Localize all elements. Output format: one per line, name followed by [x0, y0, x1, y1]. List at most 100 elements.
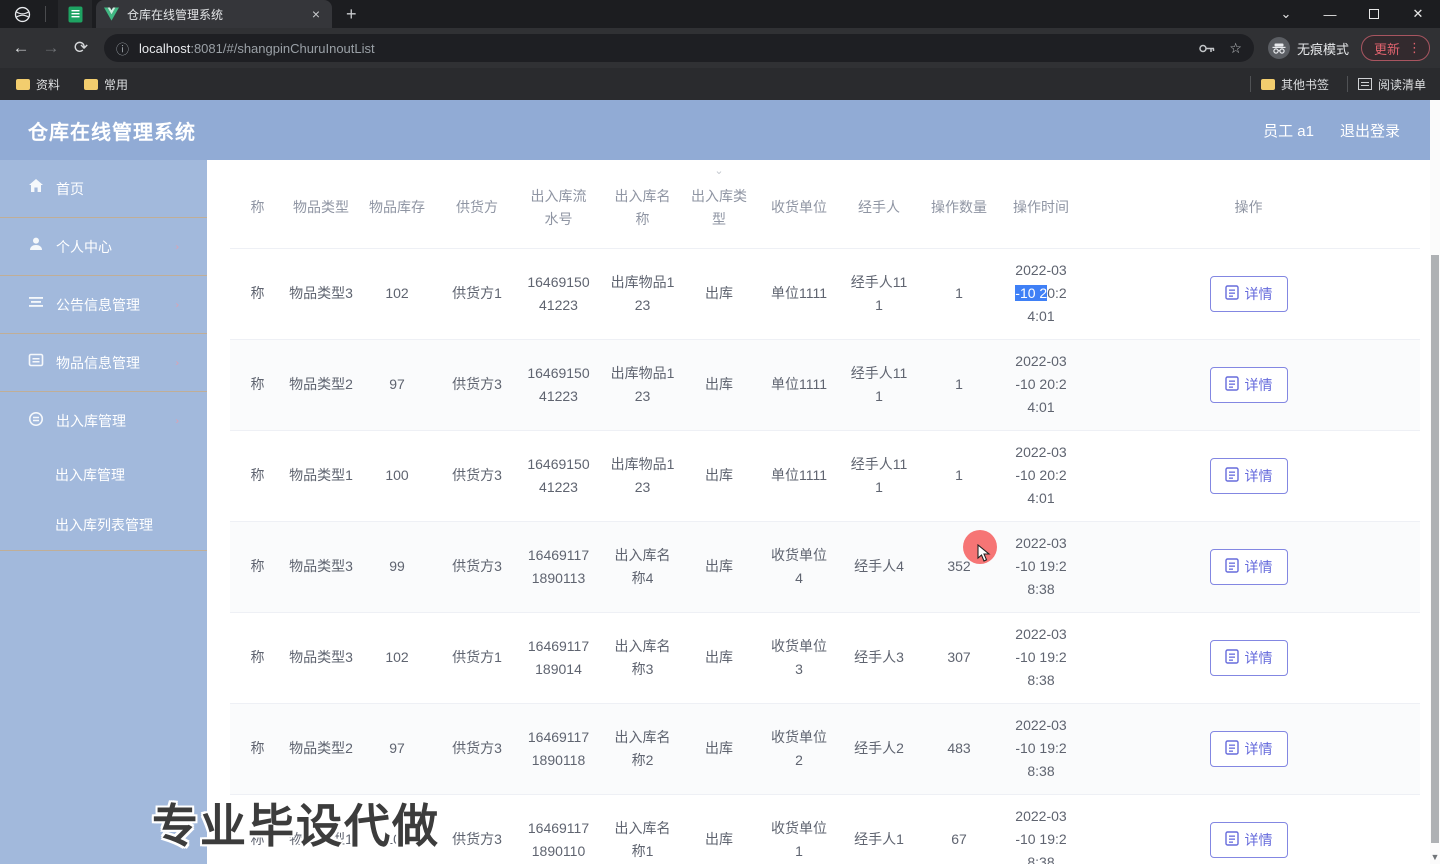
detail-button[interactable]: 详情: [1209, 548, 1288, 585]
browser-update-button[interactable]: 更新 ⋮: [1360, 35, 1430, 61]
table-cell: 出库物品123: [600, 247, 685, 339]
column-header: ⌄ 出入库类型: [685, 165, 753, 248]
sidebar-subitem-inout-manage[interactable]: 出入库管理: [0, 450, 207, 500]
page-scrollbar[interactable]: ▼: [1430, 100, 1440, 864]
folder-icon: [16, 78, 30, 90]
table-cell: 经手人4: [845, 520, 913, 612]
column-header: 收货单位: [753, 168, 845, 248]
box-icon: [28, 352, 44, 373]
detail-button[interactable]: 详情: [1209, 639, 1288, 676]
other-bookmarks[interactable]: 其他书签: [1281, 76, 1329, 93]
window-menu-chevron-icon[interactable]: ⌄: [1264, 0, 1308, 28]
action-cell: 详情: [1077, 793, 1420, 864]
active-tab[interactable]: 仓库在线管理系统 ×: [96, 0, 332, 28]
document-icon: [1224, 466, 1239, 485]
table-cell: 经手人111: [845, 429, 913, 521]
inout-records-table: 称物品类型 物品库存 供货方 出入库流水号 出入库名称 ⌄ 出入库类型 收货单位 经手人 操作数量…: [230, 165, 1420, 864]
table-cell: 物品类型3: [285, 520, 357, 612]
table-row: 称物品类型3 99 供货方3 164691171890113 出入库名称4 出库 收货单位4…: [230, 520, 1420, 612]
detail-button[interactable]: 详情: [1209, 457, 1288, 494]
column-header: 物品库存: [357, 168, 437, 248]
table-cell: 出入库名称4: [600, 520, 685, 612]
window-close-button[interactable]: ✕: [1396, 0, 1440, 28]
table-cell: 1: [913, 429, 1005, 521]
detail-button[interactable]: 详情: [1209, 275, 1288, 312]
new-tab-button[interactable]: +: [346, 4, 357, 25]
bookmark-folder-ziliao[interactable]: 资料: [36, 76, 60, 93]
sidebar-item-home[interactable]: 首页: [0, 160, 207, 218]
address-bar[interactable]: ⓘ localhost:8081/#/shangpinChuruInoutLis…: [104, 34, 1254, 62]
column-header: 经手人: [845, 168, 913, 248]
table-cell: 164691171890113: [517, 520, 600, 612]
inout-icon: [28, 411, 44, 432]
scroll-down-arrow-icon[interactable]: ▼: [1430, 852, 1440, 862]
detail-button[interactable]: 详情: [1209, 730, 1288, 767]
table-cell: 供货方3: [437, 793, 517, 864]
table-cell: 供货方3: [437, 702, 517, 794]
current-user: 员工 a1: [1263, 122, 1314, 140]
back-button[interactable]: ←: [6, 38, 36, 58]
detail-button[interactable]: 详情: [1209, 821, 1288, 858]
bookmark-folder-changyong[interactable]: 常用: [104, 76, 128, 93]
reading-list-icon: [1357, 78, 1372, 90]
folder-icon: [1260, 78, 1275, 90]
column-header: 操作时间: [1005, 168, 1077, 248]
table-cell: 物品类型2: [285, 338, 357, 430]
table-cell: 99: [357, 520, 437, 612]
sidebar-subitem-inout-list[interactable]: 出入库列表管理: [0, 500, 207, 550]
table-cell: 单位1111: [753, 247, 845, 339]
logout-button[interactable]: 退出登录: [1340, 120, 1400, 141]
browser-logo-icon[interactable]: [14, 6, 31, 23]
document-icon: [1224, 557, 1239, 576]
app-title: 仓库在线管理系统: [28, 121, 196, 144]
sidebar-item-profile[interactable]: 个人中心 ›: [0, 218, 207, 276]
table-cell: 称: [230, 520, 285, 612]
tab-close-icon[interactable]: ×: [308, 6, 324, 22]
pinned-tab-sheets[interactable]: [58, 0, 92, 28]
table-cell: 称: [230, 338, 285, 430]
table-cell: 100: [357, 429, 437, 521]
column-header: 称: [230, 168, 285, 248]
scrollbar-thumb[interactable]: [1431, 255, 1439, 843]
sidebar-item-goods[interactable]: 物品信息管理 ›: [0, 334, 207, 392]
bookmarks-bar: 资料 常用 其他书签 阅读清单: [0, 68, 1440, 100]
reload-button[interactable]: ⟳: [66, 38, 96, 58]
operation-time-cell: 2022-03 -10 19:2 8:38: [1005, 520, 1077, 612]
forward-button[interactable]: →: [36, 38, 66, 58]
sidebar-item-inout[interactable]: 出入库管理 ›: [0, 392, 207, 450]
reading-list[interactable]: 阅读清单: [1378, 76, 1426, 93]
table-cell: 单位1111: [753, 338, 845, 430]
detail-button[interactable]: 详情: [1209, 366, 1288, 403]
table-cell: 经手人3: [845, 611, 913, 703]
window-restore-button[interactable]: [1352, 0, 1396, 28]
table-cell: 出库: [685, 793, 753, 864]
sidebar-item-notice[interactable]: 公告信息管理 ›: [0, 276, 207, 334]
operation-time-cell: 2022-03 -10 20:2 4:01: [1005, 247, 1077, 339]
password-key-icon[interactable]: [1199, 44, 1215, 53]
table-cell: 收货单位3: [753, 611, 845, 703]
site-info-icon[interactable]: ⓘ: [116, 39, 129, 58]
bookmark-star-icon[interactable]: ☆: [1229, 40, 1242, 57]
url-text[interactable]: localhost:8081/#/shangpinChuruInoutList: [139, 41, 1189, 56]
update-label: 更新: [1373, 41, 1400, 57]
table-row: 称物品类型3 102 供货方1 1646915041223 出库物品123 出库 单位111…: [230, 247, 1420, 339]
action-cell: 详情: [1077, 702, 1420, 794]
user-icon: [28, 236, 44, 257]
table-cell: 出库: [685, 338, 753, 430]
table-row: 称物品类型3 102 供货方1 16469117189014 出入库名称3 出库 收货单位3…: [230, 611, 1420, 703]
column-header: 出入库名称: [600, 168, 685, 248]
column-header: 供货方: [437, 168, 517, 248]
operation-time-cell: 2022-03 -10 20:2 4:01: [1005, 429, 1077, 521]
table-row: 称物品类型2 97 供货方3 1646915041223 出库物品123 出库 单位1111…: [230, 338, 1420, 430]
table-cell: 67: [913, 793, 1005, 864]
table-cell: 1646915041223: [517, 247, 600, 339]
action-cell: 详情: [1077, 247, 1420, 339]
operation-time-cell: 2022-03 -10 19:2 8:38: [1005, 611, 1077, 703]
table-cell: 1: [913, 247, 1005, 339]
table-cell: 出库: [685, 247, 753, 339]
incognito-icon: [1267, 37, 1290, 59]
folder-icon: [84, 78, 99, 90]
browser-menu-icon[interactable]: ⋮: [1408, 40, 1421, 56]
window-minimize-button[interactable]: —: [1308, 0, 1352, 28]
table-row: 称物品类型2 97 供货方3 164691171890118 出入库名称2 出库 收货单位2…: [230, 702, 1420, 794]
